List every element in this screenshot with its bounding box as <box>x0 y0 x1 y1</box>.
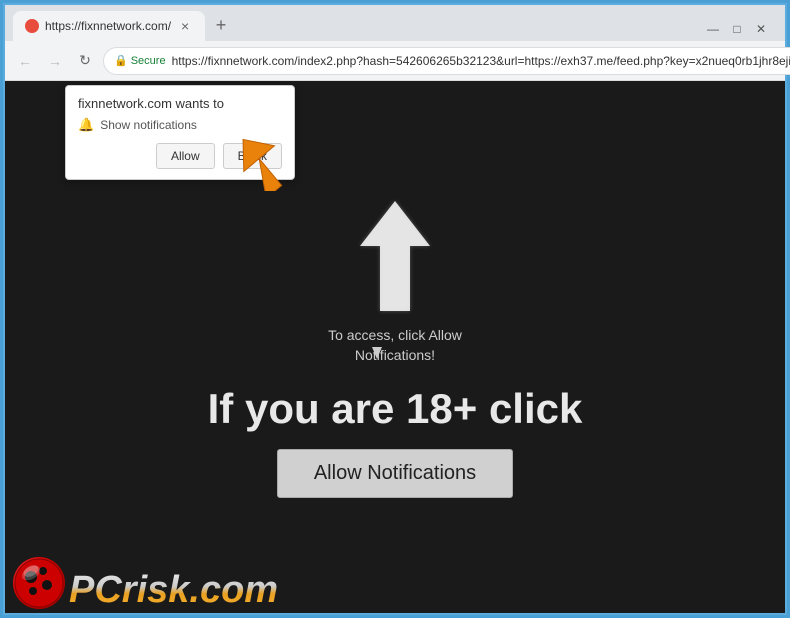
age-gate-text: If you are 18+ click <box>208 385 583 433</box>
active-tab[interactable]: https://fixnnetwork.com/ × <box>13 11 205 41</box>
new-tab-button[interactable]: + <box>207 11 235 39</box>
back-button[interactable]: ← <box>13 49 37 73</box>
tab-favicon-icon <box>25 19 39 33</box>
notif-show-text: Show notifications <box>100 118 197 132</box>
refresh-button[interactable]: ↻ <box>73 49 97 73</box>
window-controls: — □ ✕ <box>705 21 769 37</box>
up-arrow-icon <box>355 196 435 316</box>
close-button[interactable]: ✕ <box>753 21 769 37</box>
notif-site-title: fixnnetwork.com wants to <box>78 96 282 111</box>
tab-bar: https://fixnnetwork.com/ × + — □ ✕ <box>5 5 785 41</box>
tab-close-button[interactable]: × <box>177 18 193 34</box>
page-content: fixnnetwork.com wants to 🔔 Show notifica… <box>5 81 785 613</box>
up-arrow-container: To access, click Allow Notifications! <box>328 196 462 365</box>
tab-title: https://fixnnetwork.com/ <box>45 19 171 33</box>
browser-window: https://fixnnetwork.com/ × + — □ ✕ ← → ↻… <box>3 3 787 615</box>
address-input[interactable]: 🔒 Secure https://fixnnetwork.com/index2.… <box>103 47 790 75</box>
secure-icon: 🔒 Secure <box>114 54 166 67</box>
pcrisk-watermark: PCrisk.com <box>5 553 286 613</box>
pcrisk-text-logo: PCrisk.com <box>69 571 278 609</box>
bell-icon: 🔔 <box>78 117 94 133</box>
url-text: https://fixnnetwork.com/index2.php?hash=… <box>172 54 790 68</box>
allow-notifications-button[interactable]: Allow Notifications <box>277 449 513 498</box>
minimize-button[interactable]: — <box>705 21 721 37</box>
pcrisk-ball-icon <box>13 557 65 609</box>
address-bar: ← → ↻ 🔒 Secure https://fixnnetwork.com/i… <box>5 41 785 81</box>
orange-arrow <box>235 121 305 196</box>
maximize-button[interactable]: □ <box>729 21 745 37</box>
notif-allow-button[interactable]: Allow <box>156 143 215 169</box>
forward-button[interactable]: → <box>43 49 67 73</box>
access-text: To access, click Allow Notifications! <box>328 326 462 365</box>
